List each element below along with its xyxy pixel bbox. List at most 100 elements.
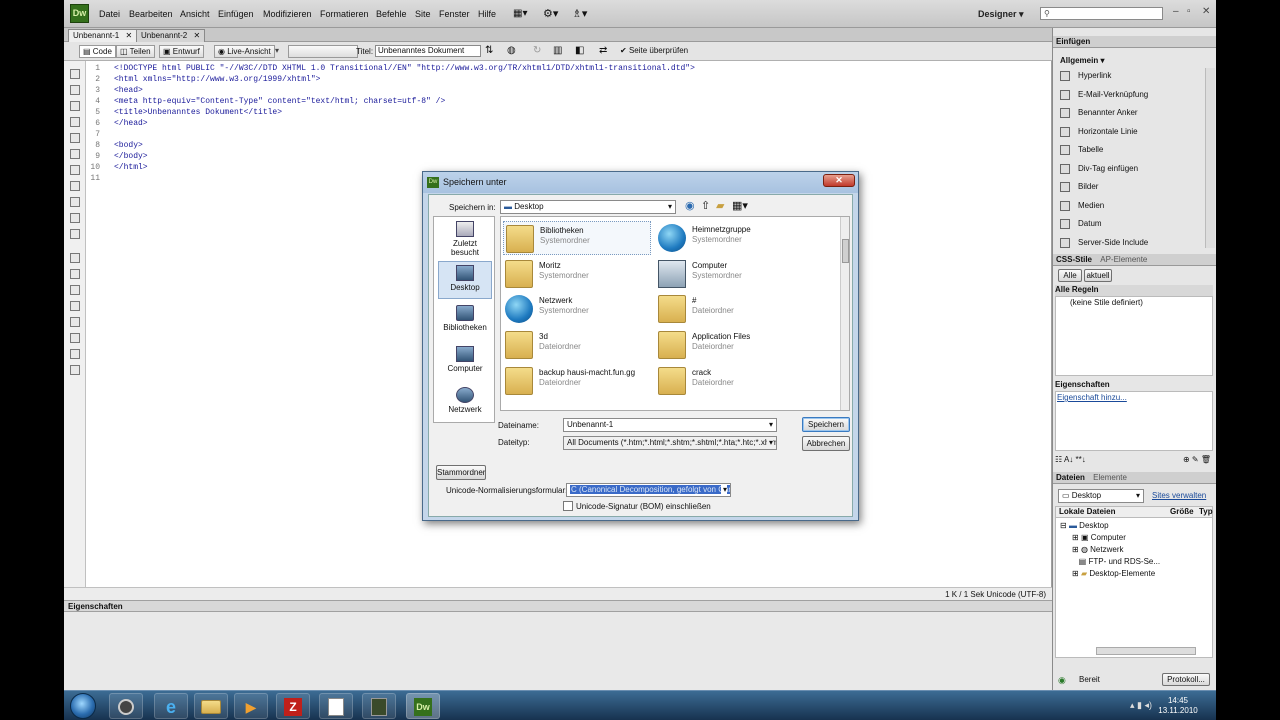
view-menu-icon[interactable]: ▦▾ [732,199,748,212]
insert-media[interactable]: Medien [1060,198,1104,214]
file-item[interactable]: Heimnetzgruppe Systemordner [656,221,804,255]
code-line[interactable]: </head> [114,119,148,128]
file-item[interactable]: 3d Dateiordner [503,328,651,362]
place-libraries[interactable]: Bibliotheken [438,305,492,332]
collapse-selection-icon[interactable] [70,117,80,127]
code-line[interactable]: <meta http-equiv="Content-Type" content=… [114,97,445,106]
file-item[interactable]: backup hausi-macht.fun.gg Dateiordner [503,364,651,398]
select-parent-tag-icon[interactable] [70,149,80,159]
col-local-files[interactable]: Lokale Dateien [1059,507,1115,516]
dialog-close-button[interactable]: ✕ [823,174,855,187]
recent-snippets-icon[interactable] [70,301,80,311]
syntax-coloring-icon[interactable] [70,229,80,239]
file-item[interactable]: Moritz Systemordner [503,257,651,291]
validate-icon[interactable]: ⇄ [599,45,607,56]
minimize-icon[interactable]: – [1173,6,1179,17]
back-icon[interactable]: ◉ [685,199,695,212]
document-title-input[interactable]: Unbenanntes Dokument [375,45,481,57]
line-numbers-icon[interactable] [70,181,80,191]
menu-formatieren[interactable]: Formatieren [320,9,369,19]
insert-div-tag[interactable]: Div-Tag einfügen [1060,161,1138,177]
clock[interactable]: 14:45 13.11.2010 [1158,696,1198,716]
code-line[interactable]: </html> [114,163,148,172]
preview-browser-icon[interactable]: ◍ [507,45,516,56]
move-css-icon[interactable] [70,317,80,327]
start-button[interactable] [70,693,96,719]
show-code-navigator-icon[interactable] [70,85,80,95]
code-line[interactable]: <!DOCTYPE html PUBLIC "-//W3C//DTD XHTML… [114,64,695,73]
taskbar-filezilla[interactable]: Z [276,693,310,719]
workspace-switcher[interactable]: Designer ▾ [978,9,1024,20]
menu-ansicht[interactable]: Ansicht [180,9,210,19]
menu-hilfe[interactable]: Hilfe [478,9,496,19]
extensions-icon[interactable]: ♗▾ [572,7,587,20]
insert-horizontal-rule[interactable]: Horizontale Linie [1060,124,1138,140]
col-type[interactable]: Typ [1199,507,1213,516]
insert-scrollbar[interactable] [1205,68,1215,248]
code-view-button[interactable]: ▤ Code [79,45,116,58]
apply-comment-icon[interactable] [70,253,80,263]
show-category-view-icon[interactable]: ☷ [1055,455,1064,464]
alphabetical-view-icon[interactable]: A↓ [1064,455,1076,464]
site-root-button[interactable]: Stammordner [436,465,486,480]
tree-item-desktop-items[interactable]: ⊞ ▰ Desktop-Elemente [1072,569,1155,578]
live-dropdown-icon[interactable]: ▾ [275,46,279,55]
tab-einfuegen[interactable]: Einfügen [1053,36,1093,47]
gear-icon[interactable]: ⚙▾ [543,7,558,20]
view-options-icon[interactable]: ▥ [553,45,562,56]
indent-icon[interactable] [70,333,80,343]
insert-category-select[interactable]: Allgemein ▾ [1060,56,1104,65]
new-folder-icon[interactable]: ▰ [716,199,724,212]
bom-checkbox[interactable] [563,501,573,511]
maximize-icon[interactable]: ▫ [1187,6,1191,17]
file-item[interactable]: crack Dateiordner [656,364,804,398]
log-button[interactable]: Protokoll... [1162,673,1210,686]
css-current-button[interactable]: aktuell [1084,269,1112,282]
code-line[interactable]: <html xmlns="http://www.w3.org/1999/xhtm… [114,75,320,84]
cancel-button[interactable]: Abbrechen [802,436,850,451]
tab-ap-elements[interactable]: AP-Elemente [1097,254,1150,265]
help-search-input[interactable]: ⚲ [1040,7,1163,20]
files-hscrollbar[interactable] [1096,647,1196,655]
close-tab-icon[interactable]: ✕ [194,31,201,40]
menu-datei[interactable]: Datei [99,9,120,19]
expand-all-icon[interactable] [70,133,80,143]
insert-hyperlink[interactable]: Hyperlink [1060,68,1111,84]
format-source-icon[interactable] [70,365,80,375]
menu-einfuegen[interactable]: Einfügen [218,9,254,19]
filetype-select[interactable]: All Documents (*.htm;*.html;*.shtm;*.sht… [563,436,777,450]
site-select[interactable]: ▭ Desktop ▾ [1058,489,1144,503]
balance-braces-icon[interactable] [70,165,80,175]
css-all-button[interactable]: Alle [1058,269,1082,282]
unicode-normalization-select[interactable]: C (Canonical Decomposition, gefolgt von … [566,483,731,497]
wrap-tag-icon[interactable] [70,285,80,295]
taskbar-media-player[interactable]: ▶ [234,693,268,719]
tab-unbenannt-2[interactable]: Unbenannt-2 ✕ [136,29,206,42]
up-folder-icon[interactable]: ⇧ [701,199,710,212]
insert-email-link[interactable]: E-Mail-Verknüpfung [1060,87,1148,103]
insert-date[interactable]: Datum [1060,216,1102,232]
filename-input[interactable]: Unbenannt-1 ▾ [563,418,777,432]
file-item[interactable]: Netzwerk Systemordner [503,292,651,326]
properties-panel-header[interactable]: Eigenschaften [64,600,1052,612]
visual-aids-icon[interactable]: ◧ [575,45,584,56]
menu-site[interactable]: Site [415,9,431,19]
tab-unbenannt-1[interactable]: Unbenannt-1 ✕ [68,29,138,42]
tree-item-computer[interactable]: ⊞ ▣ Computer [1072,533,1126,542]
tree-item-ftp[interactable]: ▤ FTP- und RDS-Se... [1072,557,1160,566]
refresh-icon[interactable]: ↻ [533,45,541,56]
save-in-select[interactable]: ▬ Desktop ▾ [500,200,676,214]
menu-fenster[interactable]: Fenster [439,9,470,19]
taskbar-steam[interactable] [109,693,143,719]
tray-icons[interactable]: ▴ ▮ ◂) [1130,700,1152,711]
taskbar-explorer[interactable] [194,693,228,719]
remove-comment-icon[interactable] [70,269,80,279]
insert-table[interactable]: Tabelle [1060,142,1103,158]
outdent-icon[interactable] [70,349,80,359]
taskbar-app[interactable] [362,693,396,719]
css-actions-icons[interactable]: ⊕ ✎ 🗑 [1183,455,1211,464]
insert-ssi[interactable]: Server-Side Include [1060,235,1148,251]
insert-named-anchor[interactable]: Benannter Anker [1060,105,1138,121]
code-line[interactable]: <title>Unbenanntes Dokument</title> [114,108,282,117]
scroll-thumb[interactable] [842,239,849,263]
